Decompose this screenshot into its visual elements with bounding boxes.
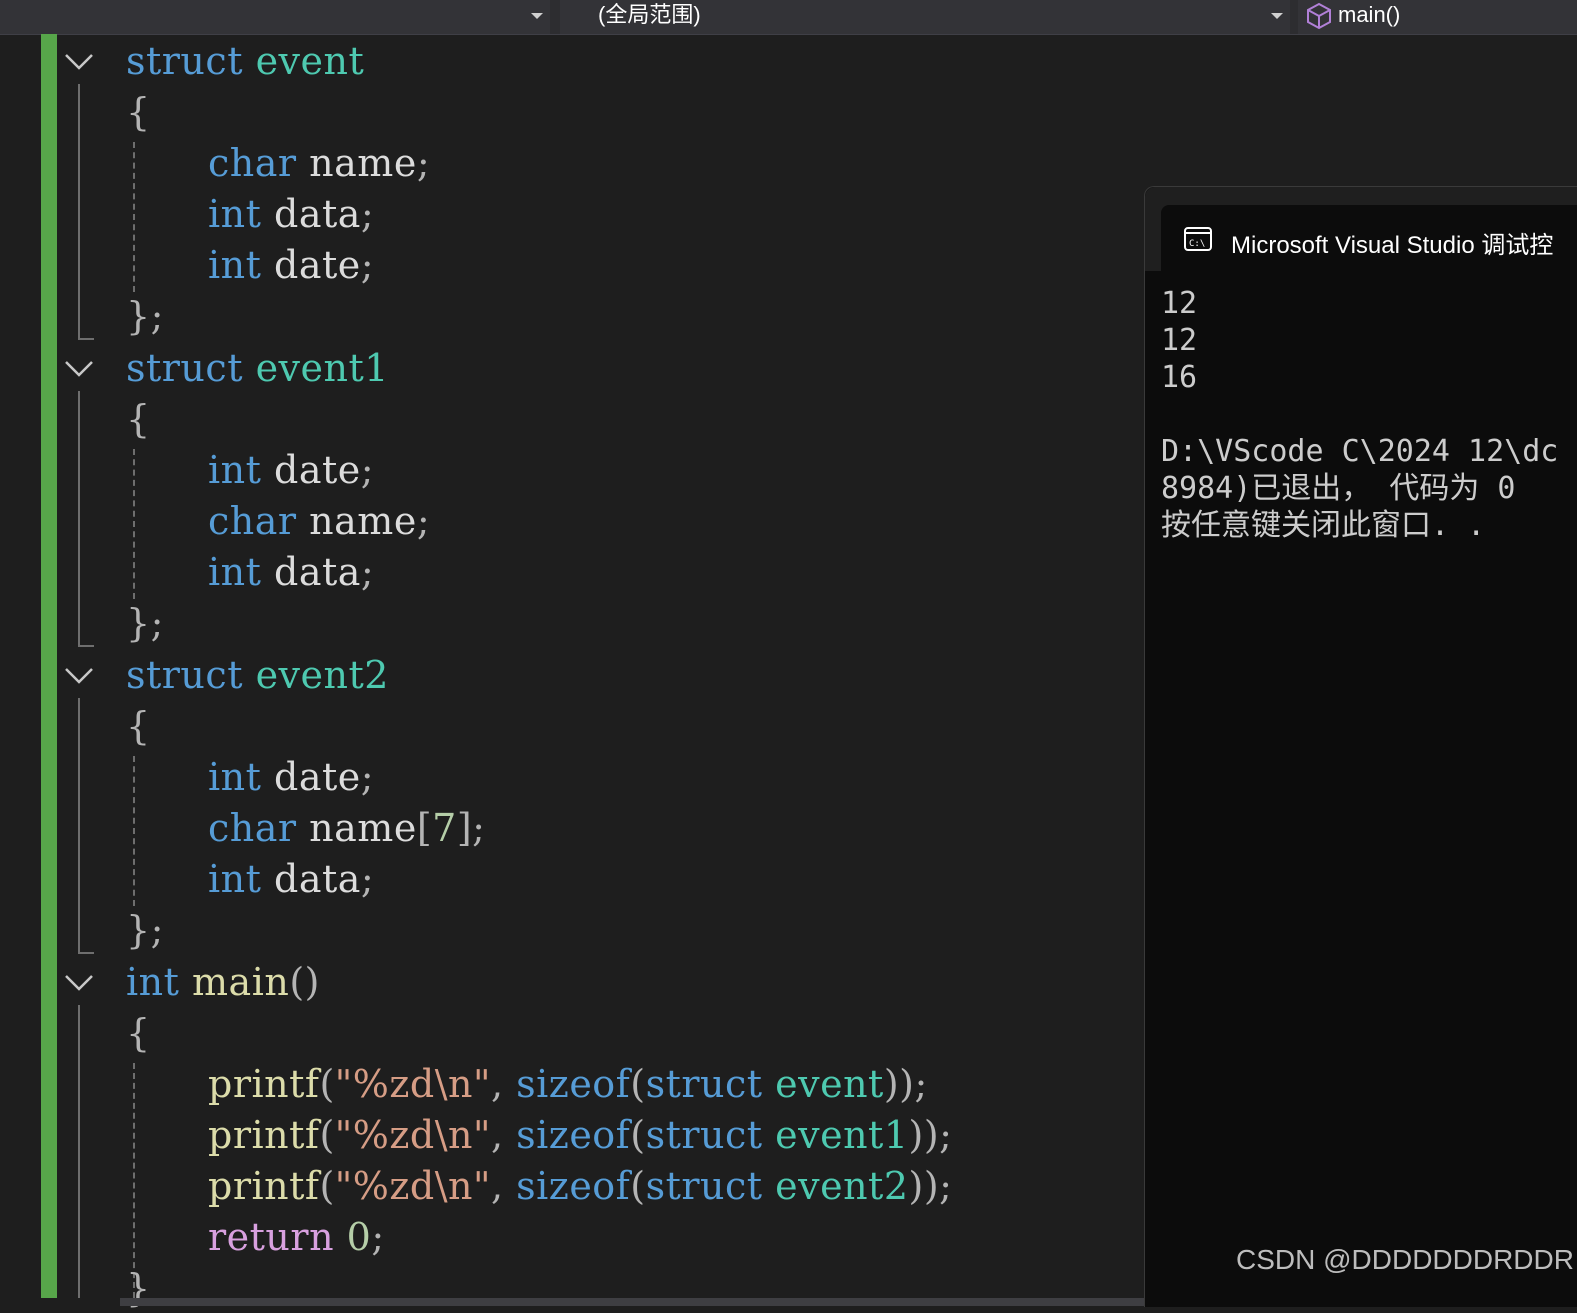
code-line[interactable]: struct event1 (126, 343, 389, 393)
fold-chevron-icon[interactable] (64, 358, 94, 380)
chevron-down-icon (531, 13, 543, 19)
indent-guide (133, 142, 135, 292)
project-dropdown[interactable] (0, 0, 550, 34)
member-dropdown[interactable]: main() (1298, 0, 1577, 34)
code-line[interactable]: struct event (126, 36, 364, 86)
code-line[interactable]: int data; (208, 547, 374, 597)
code-line[interactable]: }; (126, 598, 164, 648)
outline-guide (78, 84, 80, 340)
code-line[interactable]: printf("%zd\n", sizeof(struct event)); (208, 1059, 928, 1109)
console-output-line: 16 (1161, 360, 1198, 395)
fold-chevron-icon[interactable] (64, 972, 94, 994)
code-line[interactable]: int date; (208, 240, 374, 290)
code-line[interactable]: }; (126, 291, 164, 341)
outline-guide (78, 391, 80, 647)
outline-guide (78, 952, 94, 954)
outline-guide (78, 645, 94, 647)
scope-dropdown[interactable]: (全局范围) (560, 0, 1290, 34)
console-output-line: 按任意键关闭此窗口. . (1161, 508, 1486, 543)
svg-text:C:\: C:\ (1189, 239, 1205, 249)
terminal-icon: C:\ (1183, 225, 1213, 257)
code-line[interactable]: { (126, 701, 151, 751)
horizontal-scrollbar[interactable] (120, 1298, 1150, 1306)
code-line[interactable]: int data; (208, 189, 374, 239)
outline-guide (78, 698, 80, 954)
code-line[interactable]: int date; (208, 752, 374, 802)
scope-label: (全局范围) (598, 2, 701, 27)
console-output-line: D:\VScode C\2024 12\dc (1161, 434, 1559, 469)
console-output-line: 8984)已退出， 代码为 0 (1161, 471, 1516, 506)
outline-guide (78, 338, 94, 340)
code-line[interactable]: char name; (208, 138, 430, 188)
code-line[interactable]: int main() (126, 957, 320, 1007)
chevron-down-icon (1271, 13, 1283, 19)
code-line[interactable]: char name[7]; (208, 803, 485, 853)
code-line[interactable]: int date; (208, 445, 374, 495)
watermark: CSDN @DDDDDDDRDDR (1236, 1244, 1574, 1275)
navigation-bar: (全局范围) main() (0, 0, 1577, 35)
console-tab[interactable]: C:\ Microsoft Visual Studio 调试控 (1161, 205, 1577, 271)
code-line[interactable]: char name; (208, 496, 430, 546)
outline-guide (78, 1005, 80, 1298)
console-title: Microsoft Visual Studio 调试控 (1231, 232, 1554, 259)
code-line[interactable]: struct event2 (126, 650, 389, 700)
code-line[interactable]: int data; (208, 854, 374, 904)
console-output-line: 12 (1161, 286, 1198, 321)
fold-chevron-icon[interactable] (64, 665, 94, 687)
code-line[interactable]: return 0; (208, 1212, 385, 1262)
code-line[interactable]: { (126, 394, 151, 444)
code-line[interactable]: { (126, 87, 151, 137)
member-label: main() (1338, 2, 1401, 27)
indent-guide (133, 756, 135, 906)
code-line[interactable]: { (126, 1008, 151, 1058)
console-output-line: 12 (1161, 323, 1198, 358)
cube-icon (1306, 2, 1332, 38)
code-line[interactable]: }; (126, 905, 164, 955)
code-line[interactable]: printf("%zd\n", sizeof(struct event1)); (208, 1110, 952, 1160)
console-titlebar[interactable]: C:\ Microsoft Visual Studio 调试控 (1145, 187, 1577, 271)
debug-console-window[interactable]: C:\ Microsoft Visual Studio 调试控 12 12 16… (1144, 186, 1577, 1307)
code-line[interactable]: printf("%zd\n", sizeof(struct event2)); (208, 1161, 952, 1211)
fold-chevron-icon[interactable] (64, 51, 94, 73)
indent-guide (133, 449, 135, 599)
